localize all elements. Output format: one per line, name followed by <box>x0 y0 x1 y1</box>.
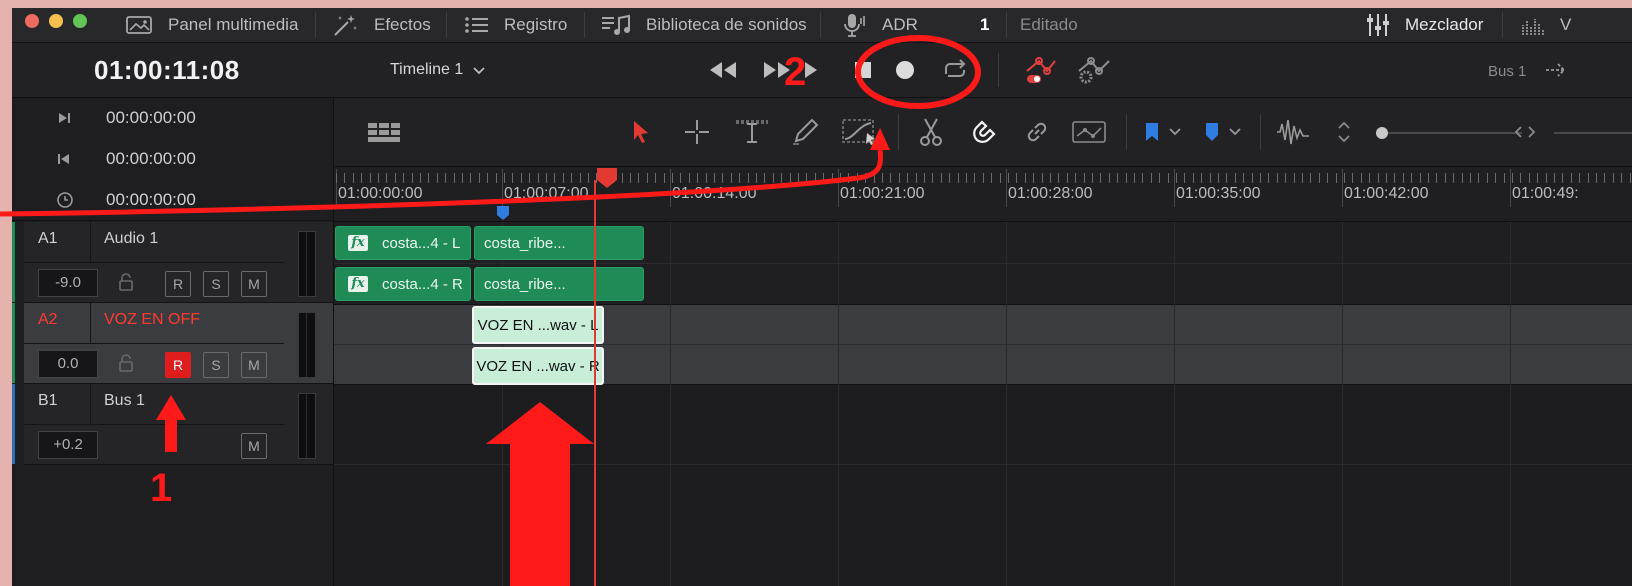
annotation-overlay <box>0 35 981 586</box>
annotation-number-2: 2 <box>784 50 807 94</box>
annotation-circle <box>855 35 981 109</box>
annotation-arrow-large <box>486 402 594 586</box>
annotation-pointer-arrowhead <box>870 128 890 150</box>
annotation-pointer-line <box>0 149 884 217</box>
annotation-number-1: 1 <box>150 466 173 510</box>
annotation-arrow-small <box>156 395 186 452</box>
